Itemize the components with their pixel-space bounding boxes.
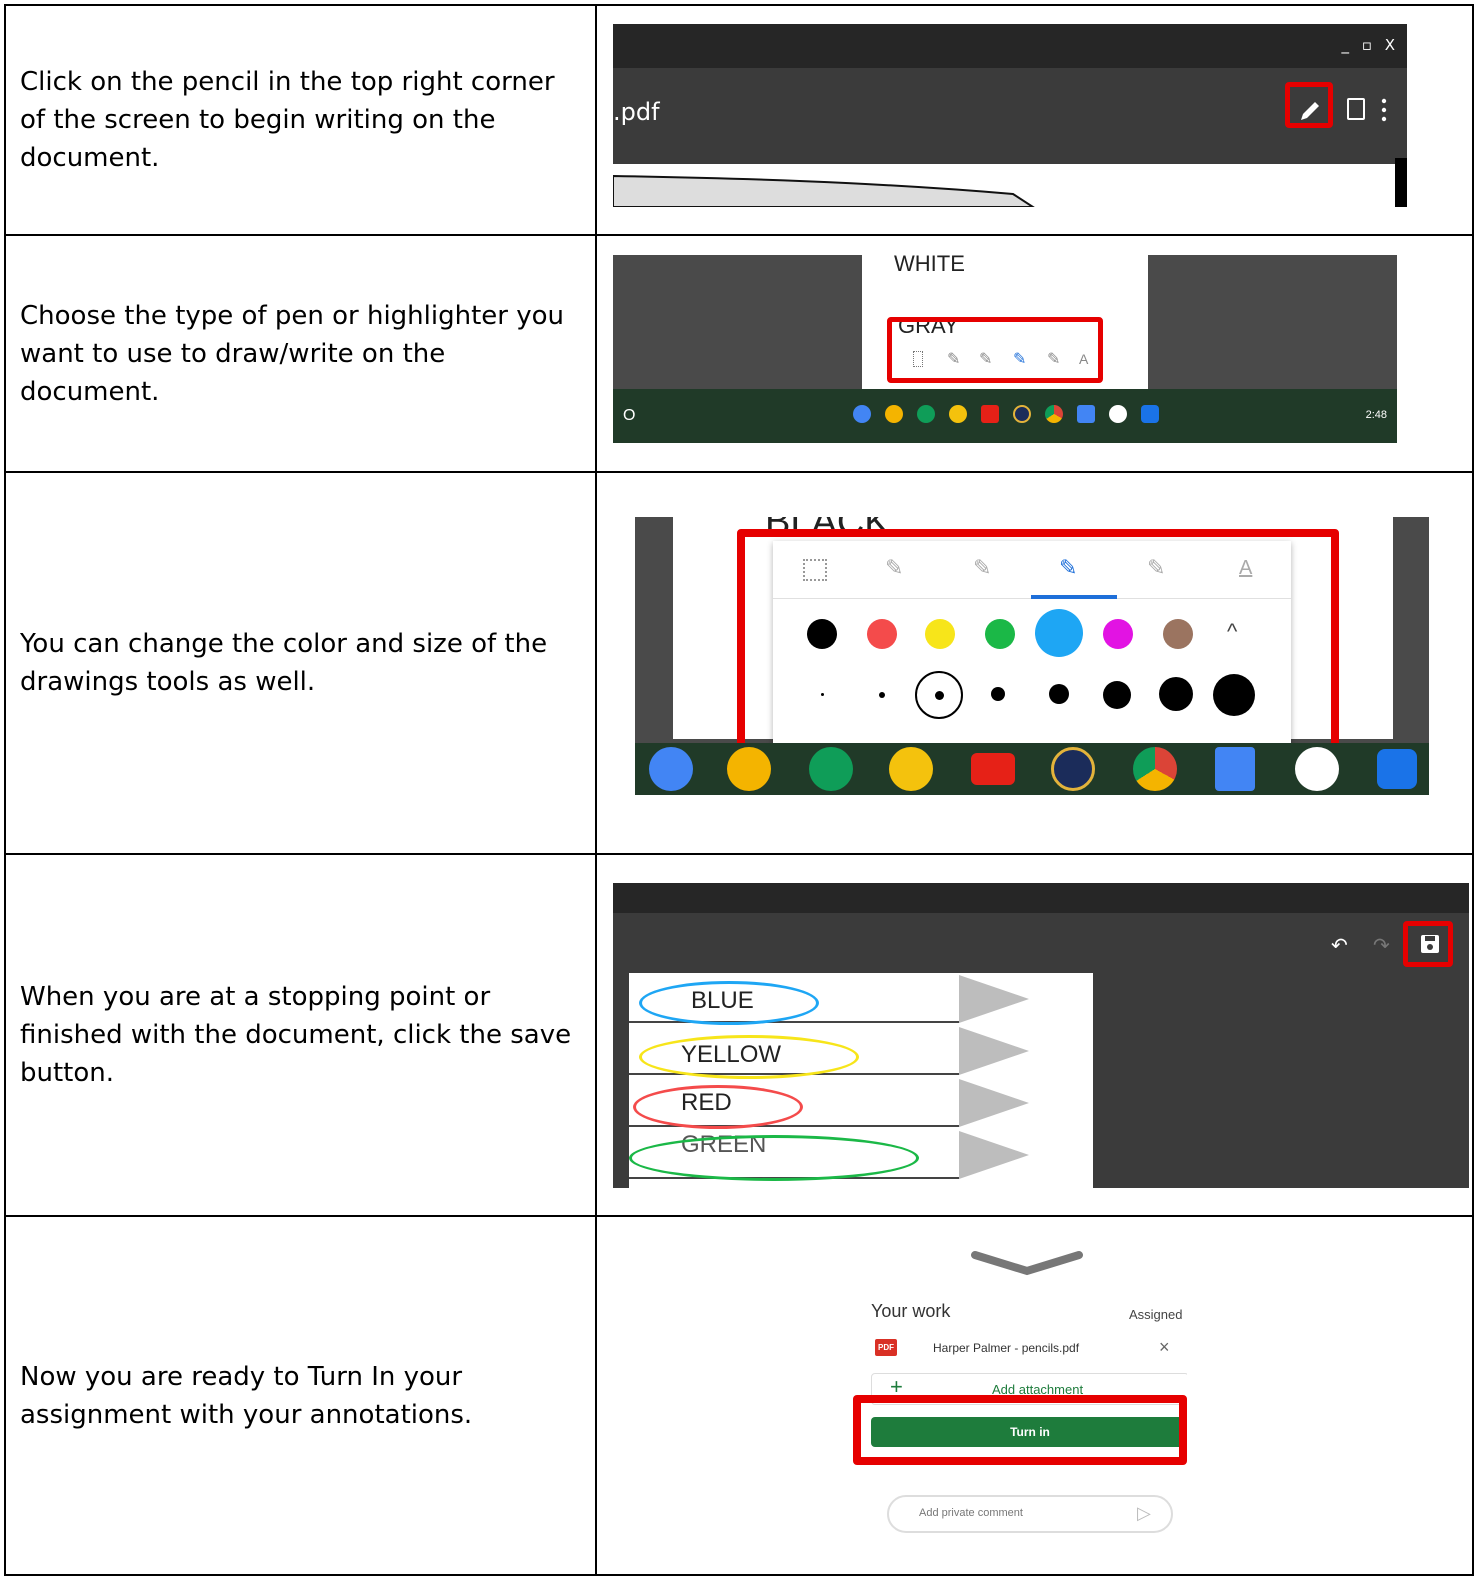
taskbar: O 2:48 — [613, 389, 1397, 443]
step-2-text: Choose the type of pen or highlighter yo… — [20, 300, 564, 407]
slides-app-icon[interactable] — [885, 405, 903, 423]
step-2-text-cell: Choose the type of pen or highlighter yo… — [4, 234, 597, 473]
turn-in-screenshot: Your work Assigned PDF Harper Palmer - p… — [847, 1243, 1187, 1563]
play-store-app-icon[interactable] — [1295, 747, 1339, 791]
youtube-app-icon[interactable] — [981, 405, 999, 423]
step-4-text-cell: When you are at a stopping point or fini… — [4, 853, 597, 1217]
your-work-title: Your work — [871, 1301, 951, 1321]
pen-toolbar-screenshot: WHITE GRAY ✎ ✎ ✎ ✎ A O 2:48 — [613, 255, 1397, 443]
step-1-image-cell: _ ▫ X .pdf — [595, 4, 1474, 236]
undo-button[interactable]: ↶ — [1331, 933, 1348, 958]
docs-app-icon[interactable] — [649, 747, 693, 791]
pencil-tip-green — [959, 1131, 1029, 1179]
page-edge — [1395, 158, 1407, 207]
pencil-tip-blue — [959, 975, 1029, 1023]
slides-app-icon[interactable] — [727, 747, 771, 791]
classroom-app-icon[interactable] — [889, 747, 933, 791]
attachment-row[interactable]: PDF Harper Palmer - pencils.pdf × — [871, 1335, 1187, 1363]
undo-icon: ↶ — [1331, 935, 1348, 957]
sheets-app-icon[interactable] — [917, 405, 935, 423]
instructions-table: Click on the pencil in the top right cor… — [4, 4, 1474, 1576]
green-annotation — [629, 1135, 919, 1181]
yellow-annotation — [639, 1035, 859, 1079]
window-titlebar — [613, 883, 1469, 913]
private-comment-placeholder: Add private comment — [919, 1507, 1023, 1519]
step-1-text-cell: Click on the pencil in the top right cor… — [4, 4, 597, 236]
step-row-2: Choose the type of pen or highlighter yo… — [4, 234, 1474, 473]
pdf-viewer-screenshot: _ ▫ X .pdf — [613, 24, 1407, 207]
step-4-text: When you are at a stopping point or fini… — [20, 982, 572, 1088]
step-3-text: You can change the color and size of the… — [20, 629, 548, 697]
step-row-4: When you are at a stopping point or fini… — [4, 853, 1474, 1217]
save-highlight-box — [1403, 921, 1453, 967]
pdf-badge: PDF — [875, 1339, 897, 1356]
pencil-sketch-fragment — [613, 174, 1035, 207]
chrome-app-icon[interactable] — [1045, 405, 1063, 423]
step-row-3: You can change the color and size of the… — [4, 471, 1474, 855]
chrome-app-icon[interactable] — [1133, 747, 1177, 791]
step-5-text-cell: Now you are ready to Turn In your assign… — [4, 1215, 597, 1576]
turn-in-highlight-box — [853, 1395, 1187, 1465]
redo-icon: ↷ — [1373, 935, 1390, 957]
palette-highlight-box — [737, 529, 1339, 751]
taskbar — [635, 743, 1429, 795]
more-vert-button[interactable] — [1381, 98, 1387, 122]
step-row-1: Click on the pencil in the top right cor… — [4, 4, 1474, 236]
step-2-image-cell: WHITE GRAY ✎ ✎ ✎ ✎ A O 2:48 — [595, 234, 1474, 473]
label-white: WHITE — [894, 255, 965, 276]
more-vert-icon — [1381, 98, 1387, 122]
open-external-button[interactable] — [1347, 98, 1365, 120]
redo-button[interactable]: ↷ — [1373, 933, 1390, 958]
pencil-tip-red — [959, 1079, 1029, 1127]
step-1-text: Click on the pencil in the top right cor… — [20, 67, 555, 173]
file-name-label: .pdf — [613, 98, 660, 126]
play-store-app-icon[interactable] — [1109, 405, 1127, 423]
camera-app-icon[interactable] — [1141, 405, 1159, 423]
docs-app-icon[interactable] — [853, 405, 871, 423]
color-size-screenshot: BLACK ✎ ✎ ✎ ✎ A ^ — [635, 517, 1429, 795]
step-4-image-cell: ↶ ↷ BLUE YELLOW RED GREEN — [595, 853, 1474, 1217]
status-time[interactable]: 2:48 — [1366, 409, 1387, 421]
assignment-status: Assigned — [1129, 1307, 1183, 1322]
private-comment-field[interactable]: Add private comment ▷ — [887, 1495, 1173, 1533]
classroom-app-icon[interactable] — [949, 405, 967, 423]
step-5-image-cell: Your work Assigned PDF Harper Palmer - p… — [595, 1215, 1474, 1576]
red-annotation — [633, 1085, 803, 1129]
window-titlebar — [613, 24, 1407, 68]
pen-tool-highlight-box — [887, 317, 1103, 383]
youtube-app-icon[interactable] — [971, 753, 1015, 785]
files-app-icon[interactable] — [1215, 747, 1255, 791]
step-row-5: Now you are ready to Turn In your assign… — [4, 1215, 1474, 1576]
step-3-text-cell: You can change the color and size of the… — [4, 471, 597, 855]
step-5-text: Now you are ready to Turn In your assign… — [20, 1361, 473, 1430]
step-3-image-cell: BLACK ✎ ✎ ✎ ✎ A ^ — [595, 471, 1474, 855]
launcher-button[interactable]: O — [623, 407, 635, 425]
pencil-tip-yellow — [959, 1027, 1029, 1075]
power-app-icon[interactable] — [1051, 747, 1095, 791]
remove-attachment-icon[interactable]: × — [1159, 1337, 1170, 1358]
sheets-app-icon[interactable] — [809, 747, 853, 791]
pencil-highlight-box — [1285, 82, 1333, 128]
annotated-page: BLUE YELLOW RED GREEN — [629, 973, 1093, 1188]
attachment-name[interactable]: Harper Palmer - pencils.pdf — [933, 1341, 1079, 1355]
power-app-icon[interactable] — [1013, 405, 1031, 423]
files-app-icon[interactable] — [1077, 405, 1095, 423]
send-icon[interactable]: ▷ — [1137, 1503, 1151, 1524]
save-screenshot: ↶ ↷ BLUE YELLOW RED GREEN — [613, 883, 1469, 1188]
camera-app-icon[interactable] — [1377, 749, 1417, 789]
document-page-top — [613, 164, 1395, 207]
blue-annotation — [639, 981, 819, 1025]
chevron-down-icon[interactable] — [847, 1243, 1187, 1283]
window-controls[interactable]: _ ▫ X — [1342, 36, 1399, 54]
